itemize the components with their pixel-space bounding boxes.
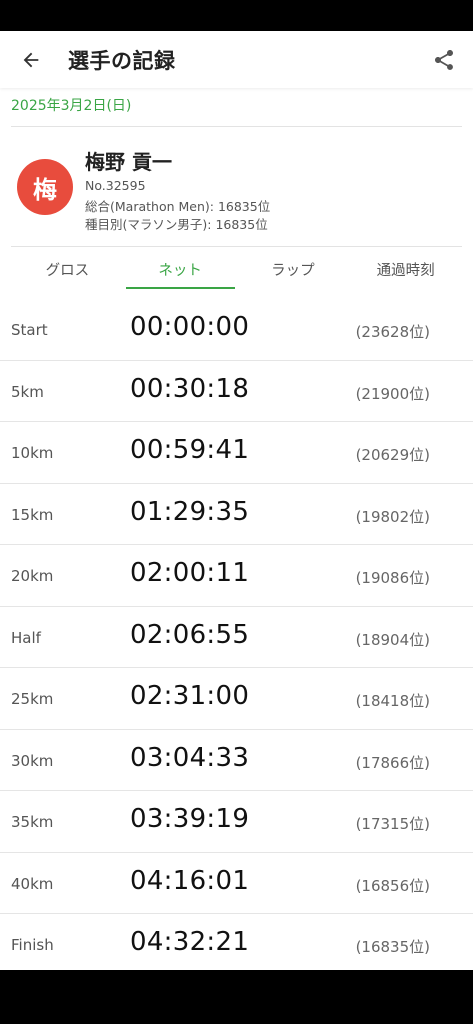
runner-name: 梅野 貢一 xyxy=(85,150,172,174)
back-button[interactable] xyxy=(16,45,46,75)
split-rank: (21900位) xyxy=(355,384,430,403)
split-time: 04:32:21 xyxy=(130,927,250,957)
split-time: 02:00:11 xyxy=(130,558,250,588)
overall-rank: 総合(Marathon Men): 16835位 xyxy=(85,199,271,214)
tab-gross[interactable]: グロス xyxy=(11,249,124,289)
page-title: 選手の記録 xyxy=(68,49,176,73)
divider xyxy=(11,246,462,247)
split-rank: (16835位) xyxy=(355,938,430,956)
race-date: 2025年3月2日(日) xyxy=(11,98,132,114)
share-button[interactable] xyxy=(429,45,459,75)
split-row: 5km 00:30:18 (21900位) xyxy=(0,361,473,422)
split-rank: (17315位) xyxy=(355,815,430,833)
app-bar: 選手の記録 xyxy=(0,31,473,88)
split-rank: (18904位) xyxy=(355,630,430,649)
tab-net[interactable]: ネット xyxy=(124,249,237,289)
split-point: 35km xyxy=(11,813,54,831)
split-rank: (16856位) xyxy=(355,876,430,895)
split-point: 10km xyxy=(11,444,54,462)
share-icon xyxy=(435,50,453,70)
split-time: 00:59:41 xyxy=(130,435,250,465)
divider xyxy=(11,126,462,127)
split-point: 40km xyxy=(11,874,54,893)
split-time: 04:16:01 xyxy=(130,865,250,896)
split-row: Half 02:06:55 (18904位) xyxy=(0,607,473,668)
split-row: 30km 03:04:33 (17866位) xyxy=(0,730,473,791)
tab-lap[interactable]: ラップ xyxy=(237,249,350,289)
split-rank: (23628位) xyxy=(355,323,430,341)
split-row: 40km 04:16:01 (16856位) xyxy=(0,853,473,914)
split-time: 00:00:00 xyxy=(130,312,250,342)
split-rank: (20629位) xyxy=(355,446,430,464)
split-time: 02:06:55 xyxy=(130,619,250,650)
tab-bar: グロス ネット ラップ 通過時刻 xyxy=(11,249,462,289)
split-row: Finish 04:32:21 (16835位) xyxy=(0,914,473,970)
avatar: 梅 xyxy=(17,159,73,215)
split-point: 15km xyxy=(11,505,54,524)
split-rank: (17866位) xyxy=(355,753,430,772)
split-time: 00:30:18 xyxy=(130,373,250,404)
bib-number: No.32595 xyxy=(85,178,146,193)
split-point: 25km xyxy=(11,690,54,708)
arrow-back-icon xyxy=(23,52,39,68)
split-row: 25km 02:31:00 (18418位) xyxy=(0,668,473,730)
split-list: Start 00:00:00 (23628位) 5km 00:30:18 (21… xyxy=(0,299,473,970)
split-row: 35km 03:39:19 (17315位) xyxy=(0,791,473,853)
split-point: Half xyxy=(11,628,41,647)
split-rank: (18418位) xyxy=(355,692,430,710)
split-time: 02:31:00 xyxy=(130,681,250,711)
app-screen: 選手の記録 2025年3月2日(日) 梅 梅野 貢一 No.32595 総合(M… xyxy=(0,31,473,970)
split-point: 20km xyxy=(11,567,54,585)
tab-passing-time[interactable]: 通過時刻 xyxy=(349,249,462,289)
split-time: 01:29:35 xyxy=(130,496,250,527)
split-rank: (19802位) xyxy=(355,507,430,526)
category-rank: 種目別(マラソン男子): 16835位 xyxy=(85,217,268,232)
split-row: 15km 01:29:35 (19802位) xyxy=(0,484,473,545)
split-point: Finish xyxy=(11,936,54,954)
split-point: 30km xyxy=(11,751,54,770)
split-time: 03:04:33 xyxy=(130,742,250,773)
split-time: 03:39:19 xyxy=(130,804,250,834)
split-row: 20km 02:00:11 (19086位) xyxy=(0,545,473,607)
split-point: 5km xyxy=(11,382,44,401)
split-row: Start 00:00:00 (23628位) xyxy=(0,299,473,361)
split-rank: (19086位) xyxy=(355,569,430,587)
split-row: 10km 00:59:41 (20629位) xyxy=(0,422,473,484)
split-point: Start xyxy=(11,321,48,339)
